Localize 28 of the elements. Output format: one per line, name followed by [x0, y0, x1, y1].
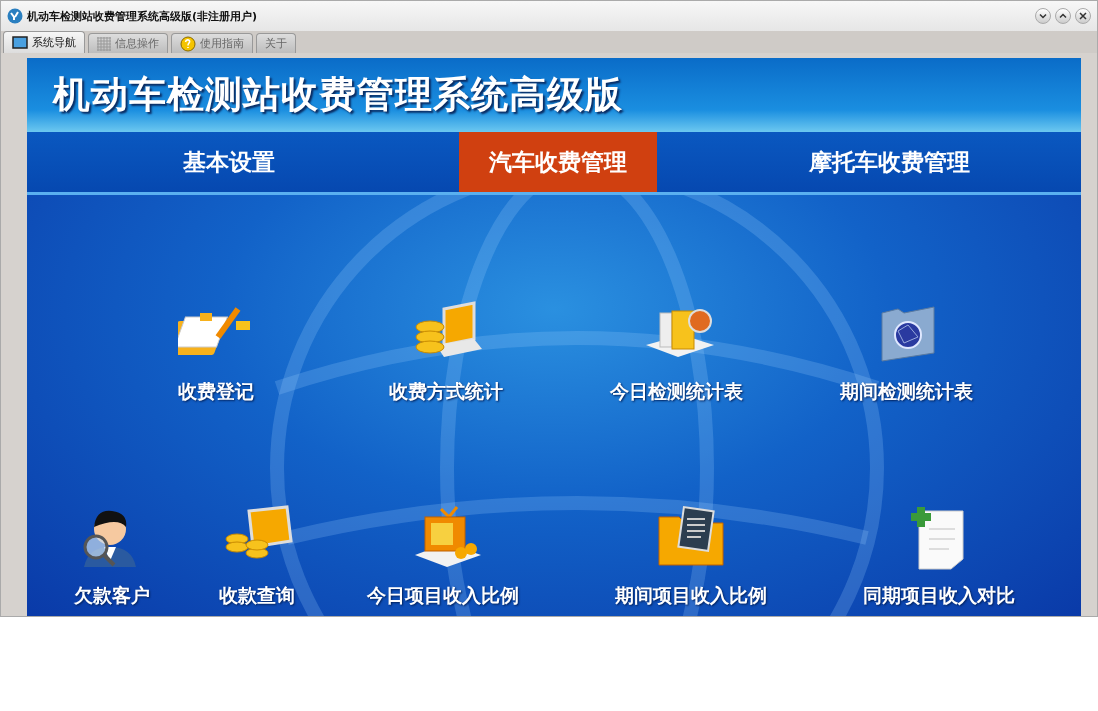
tab[interactable]: 信息操作 — [88, 33, 168, 53]
close-button[interactable] — [1075, 8, 1091, 24]
tab[interactable]: 使用指南 — [171, 33, 253, 53]
menu-item-label[interactable]: 今日项目收入比例 — [367, 583, 519, 609]
nav-tab[interactable]: 基本设置 — [27, 132, 431, 192]
menu-item-label[interactable]: 收费方式统计 — [389, 379, 503, 405]
minimize-button[interactable] — [1035, 8, 1051, 24]
menu-item-label[interactable]: 欠款客户 — [74, 583, 150, 609]
menu-item-label[interactable]: 同期项目收入对比 — [863, 583, 1015, 609]
menu-item-label[interactable]: 期间项目收入比例 — [615, 583, 767, 609]
tab[interactable]: 系统导航 — [3, 31, 85, 53]
menu-item-label[interactable]: 收费登记 — [178, 379, 254, 405]
monitor-icon — [12, 35, 28, 50]
grid-icon — [97, 36, 111, 51]
chevron-up-icon — [1059, 12, 1067, 20]
help-icon — [180, 35, 196, 52]
banner-title: 机动车检测站收费管理系统高级版 — [53, 72, 623, 118]
menu-item-label[interactable]: 今日检测统计表 — [609, 379, 743, 405]
menu-item-label[interactable]: 期间检测统计表 — [839, 379, 973, 405]
app-logo-icon — [7, 8, 23, 24]
maximize-button[interactable] — [1055, 8, 1071, 24]
close-icon — [1079, 12, 1087, 20]
nav-tab[interactable]: 汽车收费管理 — [459, 132, 657, 192]
chevron-down-icon — [1039, 12, 1047, 20]
nav-tab[interactable]: 摩托车收费管理 — [657, 132, 1081, 192]
tab[interactable]: 关于 — [256, 33, 296, 53]
menu-item-label[interactable]: 收款查询 — [219, 583, 295, 609]
window-title: 机动车检测站收费管理系统高级版(非注册用户) — [27, 8, 258, 24]
